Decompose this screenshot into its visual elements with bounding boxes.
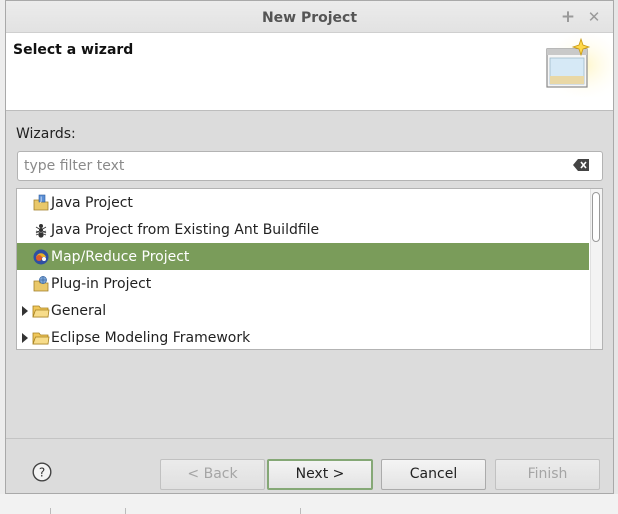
help-button[interactable]: ? bbox=[32, 462, 52, 482]
background-tick bbox=[300, 508, 301, 514]
tree-item-ant-project[interactable]: Java Project from Existing Ant Buildfile bbox=[17, 216, 589, 243]
tree-item-label: Java Project from Existing Ant Buildfile bbox=[51, 221, 320, 238]
tree-item-java-project[interactable]: J Java Project bbox=[17, 189, 589, 216]
tree-item-eclipse-modeling-framework[interactable]: Eclipse Modeling Framework bbox=[17, 324, 589, 349]
button-bar-separator bbox=[6, 438, 613, 439]
map-reduce-icon bbox=[33, 249, 49, 264]
cancel-button[interactable]: Cancel bbox=[381, 459, 486, 490]
wizard-header: Select a wizard bbox=[6, 33, 613, 111]
clear-filter-icon[interactable] bbox=[572, 158, 590, 172]
tree-item-general[interactable]: General bbox=[17, 297, 589, 324]
tree-item-label: General bbox=[51, 302, 107, 319]
tree-item-label: Plug-in Project bbox=[51, 275, 152, 292]
maximize-button[interactable]: + bbox=[558, 7, 578, 27]
wizard-tree[interactable]: J Java Project Java Project from Existin… bbox=[16, 188, 603, 350]
next-button[interactable]: Next > bbox=[267, 459, 373, 490]
tree-scrollbar-thumb[interactable] bbox=[592, 192, 600, 242]
svg-text:J: J bbox=[39, 196, 42, 203]
expand-arrow-icon[interactable] bbox=[20, 332, 30, 343]
background-tick bbox=[50, 508, 51, 514]
tree-item-label: Java Project bbox=[51, 194, 133, 211]
plugin-project-icon bbox=[33, 275, 49, 291]
wizards-label: Wizards: bbox=[16, 126, 76, 142]
filter-input[interactable] bbox=[17, 151, 603, 181]
background-window-bottom bbox=[0, 494, 618, 514]
java-project-icon: J bbox=[33, 194, 49, 210]
new-wizard-banner-icon bbox=[541, 33, 613, 97]
folder-icon bbox=[32, 305, 50, 317]
back-button[interactable]: < Back bbox=[160, 459, 265, 490]
help-icon: ? bbox=[39, 466, 45, 480]
tree-item-label: Map/Reduce Project bbox=[51, 248, 190, 265]
ant-icon bbox=[35, 223, 47, 238]
background-tick bbox=[125, 508, 126, 514]
window-title: New Project bbox=[261, 10, 358, 26]
title-bar: New Project + ✕ bbox=[6, 1, 613, 33]
page-title: Select a wizard bbox=[13, 42, 134, 58]
tree-item-plugin-project[interactable]: Plug-in Project bbox=[17, 270, 589, 297]
close-button[interactable]: ✕ bbox=[584, 7, 604, 27]
tree-item-label: Eclipse Modeling Framework bbox=[51, 329, 251, 346]
folder-icon bbox=[32, 332, 50, 344]
expand-arrow-icon[interactable] bbox=[20, 305, 30, 316]
tree-item-map-reduce-project[interactable]: Map/Reduce Project bbox=[17, 243, 589, 270]
finish-button[interactable]: Finish bbox=[495, 459, 600, 490]
new-project-dialog: New Project + ✕ Select a wizard Wizards: bbox=[5, 0, 614, 494]
